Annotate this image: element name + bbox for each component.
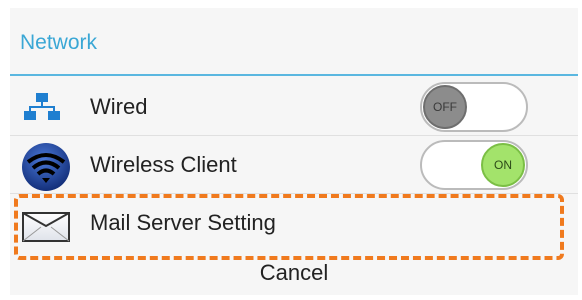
- wired-label: Wired: [90, 94, 148, 119]
- network-dialog: Network Wired OFF Wireless Client ON Mai…: [10, 8, 578, 295]
- wired-toggle-knob: OFF: [423, 85, 467, 129]
- dialog-title: Network: [20, 31, 98, 54]
- wireless-client-toggle-knob: ON: [481, 143, 525, 187]
- list-item-wireless-client[interactable]: Wireless Client ON: [10, 136, 578, 194]
- network-icon: [24, 92, 60, 127]
- wifi-icon: [20, 142, 72, 197]
- list-item-wired[interactable]: Wired OFF: [10, 78, 578, 136]
- title-divider: [10, 74, 578, 76]
- highlight-box: [14, 194, 564, 260]
- wired-toggle[interactable]: OFF: [420, 82, 528, 132]
- wireless-client-label: Wireless Client: [90, 152, 237, 177]
- cancel-button[interactable]: Cancel: [10, 260, 578, 300]
- wireless-client-toggle[interactable]: ON: [420, 140, 528, 190]
